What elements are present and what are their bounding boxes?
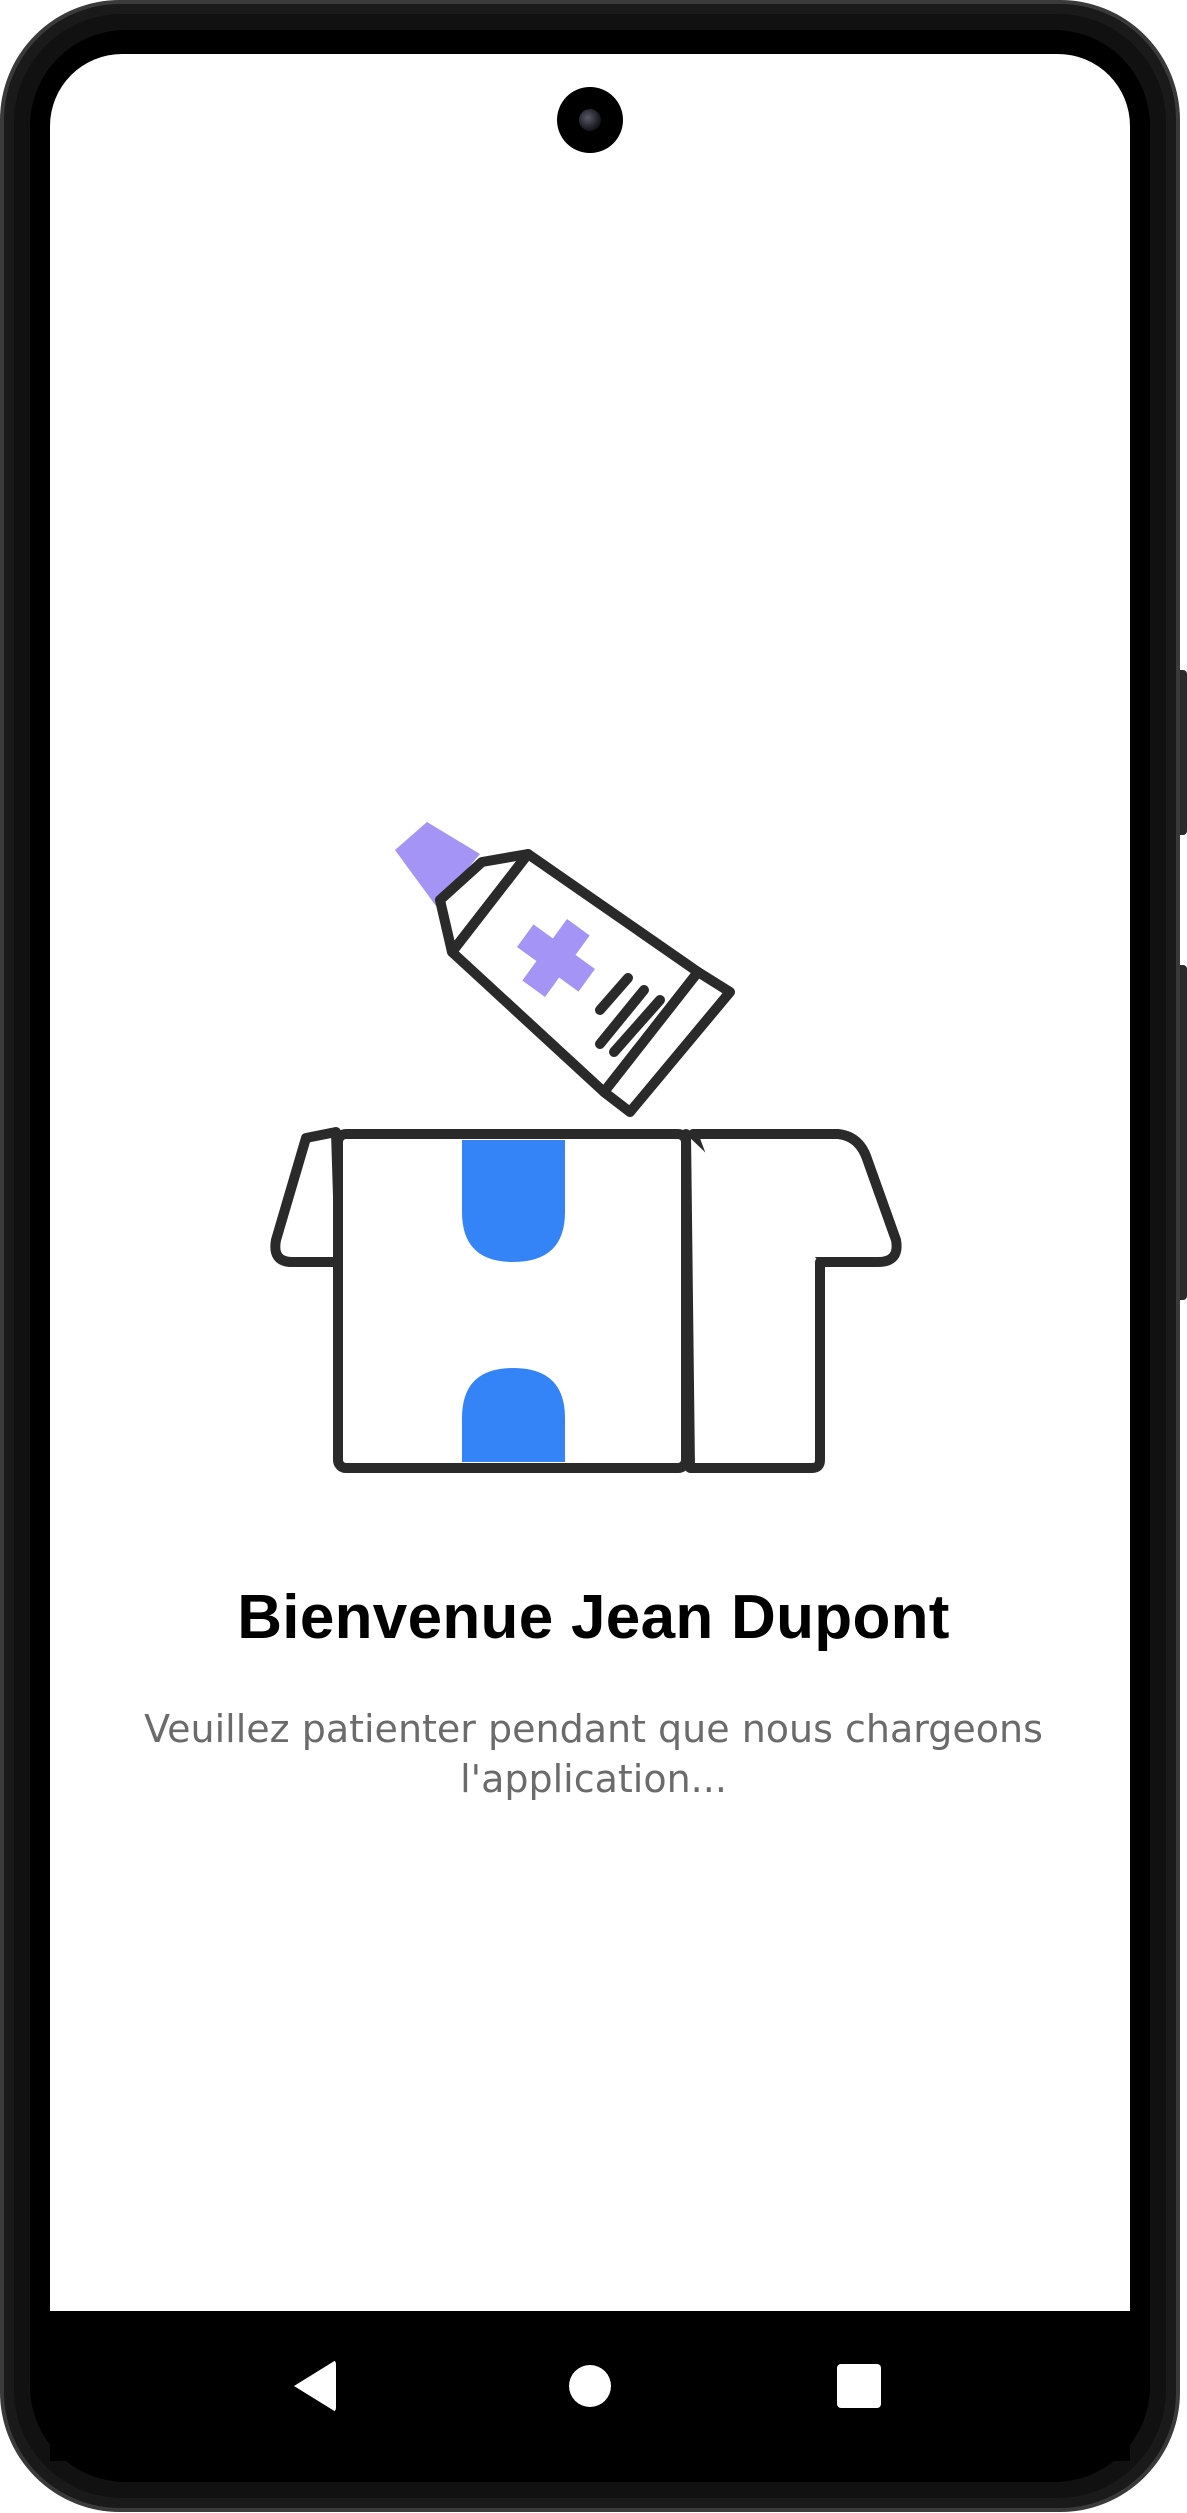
recents-square-icon	[837, 2364, 881, 2408]
screen	[50, 54, 1130, 2311]
welcome-title: Bienvenue Jean Dupont	[237, 1583, 950, 1652]
navigation-bar	[50, 2311, 1130, 2461]
recents-button[interactable]	[784, 2311, 934, 2461]
loading-message: Veuillez patienter pendant que nous char…	[144, 1707, 1043, 1801]
home-button[interactable]	[515, 2311, 665, 2461]
back-triangle-icon	[294, 2360, 336, 2412]
camera-lens	[579, 109, 601, 131]
front-camera	[557, 87, 623, 153]
home-circle-icon	[569, 2365, 611, 2407]
back-button[interactable]	[240, 2311, 390, 2461]
